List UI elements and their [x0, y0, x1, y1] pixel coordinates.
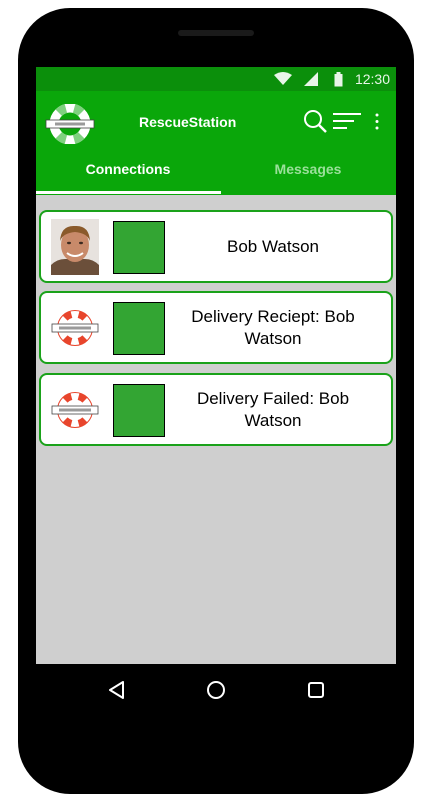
- lifebuoy-icon: [51, 392, 99, 428]
- card-thumbnail-square: [113, 302, 165, 355]
- tab-messages[interactable]: Messages: [218, 161, 396, 177]
- avatar: [51, 219, 99, 275]
- lifebuoy-icon: [51, 310, 99, 346]
- card-thumbnail-square: [113, 384, 165, 437]
- lifebuoy-logo: [45, 104, 95, 144]
- card-title: Delivery Failed: Bob Watson: [196, 388, 350, 430]
- filter-icon[interactable]: [333, 112, 361, 130]
- home-icon[interactable]: [205, 679, 227, 701]
- app-title: RescueStation: [139, 114, 237, 130]
- wifi-icon: [274, 72, 292, 85]
- status-bar: 12:30: [36, 67, 396, 91]
- connection-card-delivery-failed[interactable]: Delivery Failed: Bob Watson: [39, 373, 393, 446]
- connection-card-bob-watson[interactable]: Bob Watson: [39, 210, 393, 283]
- signal-icon: [304, 72, 318, 86]
- status-time: 12:30: [354, 71, 390, 87]
- card-title: Delivery Reciept: Bob Watson: [191, 306, 355, 348]
- battery-icon: [334, 72, 343, 87]
- tab-indicator: [36, 191, 221, 194]
- connection-card-delivery-receipt[interactable]: Delivery Reciept: Bob Watson: [39, 291, 393, 364]
- recents-icon[interactable]: [307, 681, 325, 699]
- app-bar: RescueStation Connections Messages: [36, 91, 396, 195]
- speaker-grille: [178, 30, 254, 36]
- screen: 12:30 RescueStation Connections Messages…: [36, 67, 396, 664]
- back-icon[interactable]: [108, 681, 126, 699]
- more-vert-icon[interactable]: [374, 113, 380, 131]
- card-thumbnail-square: [113, 221, 165, 274]
- tab-connections[interactable]: Connections: [38, 161, 218, 177]
- search-icon[interactable]: [302, 109, 328, 133]
- card-title: Bob Watson: [227, 236, 319, 256]
